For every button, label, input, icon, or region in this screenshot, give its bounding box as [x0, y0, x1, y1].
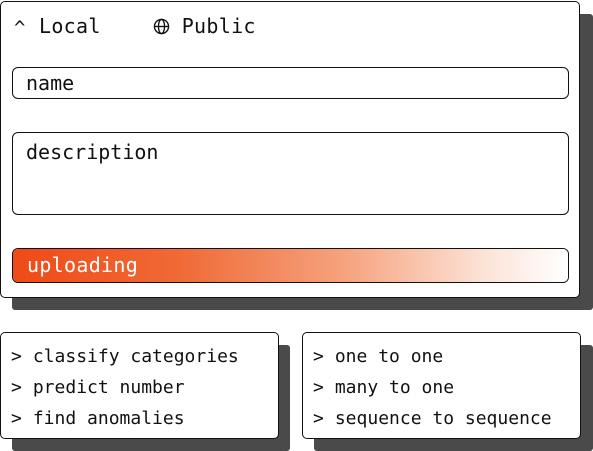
arrow-icon: >: [11, 377, 22, 398]
arrow-icon: >: [11, 346, 22, 367]
caret-up-icon: ^: [14, 16, 26, 39]
visibility-selector: ^ Local Public: [14, 13, 256, 39]
visibility-public-label: Public: [181, 14, 256, 38]
description-textarea[interactable]: [12, 132, 569, 215]
arrow-icon: >: [313, 408, 324, 429]
task-option-label: classify categories: [32, 346, 239, 367]
upload-progress-bar: uploading: [12, 248, 569, 283]
name-input[interactable]: [12, 67, 569, 99]
mapping-option-label: one to one: [334, 346, 444, 367]
mapping-option[interactable]: > one to one: [313, 341, 552, 372]
arrow-icon: >: [11, 408, 22, 429]
arrow-icon: >: [313, 377, 324, 398]
task-option[interactable]: > predict number: [11, 372, 239, 403]
task-options-list: > classify categories > predict number > fi…: [11, 341, 239, 434]
visibility-local-option[interactable]: ^ Local: [14, 14, 101, 38]
mapping-options-card: > one to one > many to one > sequence to se…: [302, 332, 581, 439]
mapping-options-list: > one to one > many to one > sequence to se…: [313, 341, 552, 434]
dataset-form-card: ^ Local Public uploading: [0, 1, 580, 298]
mapping-option-label: many to one: [334, 377, 455, 398]
task-options-card: > classify categories > predict number > fi…: [0, 332, 279, 439]
mapping-option-label: sequence to sequence: [334, 408, 552, 429]
task-option-label: predict number: [32, 377, 185, 398]
task-option[interactable]: > classify categories: [11, 341, 239, 372]
task-option[interactable]: > find anomalies: [11, 403, 239, 434]
visibility-public-option[interactable]: Public: [153, 14, 256, 38]
globe-icon: [153, 18, 169, 34]
arrow-icon: >: [313, 346, 324, 367]
task-option-label: find anomalies: [32, 408, 185, 429]
visibility-local-label: Local: [39, 14, 101, 38]
upload-status-label: uploading: [27, 253, 139, 277]
mapping-option[interactable]: > sequence to sequence: [313, 403, 552, 434]
mapping-option[interactable]: > many to one: [313, 372, 552, 403]
